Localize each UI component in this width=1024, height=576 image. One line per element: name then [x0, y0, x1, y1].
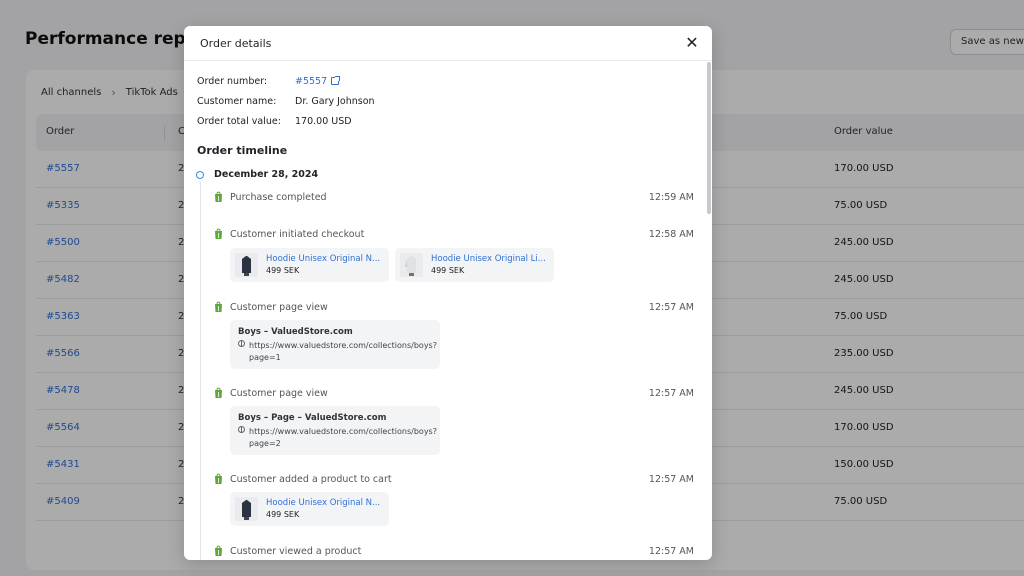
timeline-line — [200, 182, 201, 560]
page-view-card[interactable]: Boys – ValuedStore.com https://www.value… — [230, 320, 440, 369]
order-details-modal: Order details ✕ Order number: #5557 Custo… — [184, 26, 712, 560]
product-card[interactable]: Hoodie Unisex Original Li... 499 SEK — [395, 248, 554, 282]
event-label: Purchase completed — [230, 192, 327, 203]
shopify-bag-icon — [215, 387, 222, 398]
order-number-link[interactable]: #5557 — [295, 76, 327, 87]
product-price: 499 SEK — [266, 510, 300, 519]
shopify-bag-icon — [215, 473, 222, 484]
customer-name-row: Customer name: Dr. Gary Johnson — [197, 96, 375, 107]
product-thumbnail — [235, 253, 258, 277]
product-price: 499 SEK — [431, 266, 465, 275]
close-icon[interactable]: ✕ — [684, 35, 700, 51]
product-name-link[interactable]: Hoodie Unisex Original Li... — [431, 254, 547, 264]
modal-title: Order details — [200, 37, 272, 50]
customer-name-value: Dr. Gary Johnson — [295, 96, 375, 107]
page-view-card[interactable]: Boys – Page – ValuedStore.com https://ww… — [230, 406, 440, 455]
event-time: 12:59 AM — [648, 192, 694, 203]
event-label: Customer initiated checkout — [230, 229, 365, 240]
timeline-event: Purchase completed 12:59 AM — [214, 191, 696, 205]
shopify-bag-icon — [215, 545, 222, 556]
timeline-event: Customer initiated checkout 12:58 AM — [214, 228, 696, 242]
customer-name-label: Customer name: — [197, 96, 277, 107]
shopify-bag-icon — [215, 191, 222, 202]
order-total-value: 170.00 USD — [295, 116, 352, 127]
order-total-label: Order total value: — [197, 116, 281, 127]
event-label: Customer page view — [230, 302, 328, 313]
timeline-event: Customer added a product to cart 12:57 A… — [214, 473, 696, 487]
modal-header: Order details ✕ — [184, 26, 712, 61]
page-url[interactable]: https://www.valuedstore.com/collections/… — [249, 426, 439, 450]
globe-icon — [238, 340, 245, 347]
page-title-text: Boys – ValuedStore.com — [238, 327, 353, 337]
event-label: Customer added a product to cart — [230, 474, 392, 485]
timeline-title: Order timeline — [197, 144, 288, 157]
event-time: 12:57 AM — [648, 474, 694, 485]
globe-icon — [238, 426, 245, 433]
product-name-link[interactable]: Hoodie Unisex Original N... — [266, 498, 382, 508]
event-time: 12:57 AM — [648, 388, 694, 399]
event-time: 12:57 AM — [648, 546, 694, 557]
event-time: 12:57 AM — [648, 302, 694, 313]
shopify-bag-icon — [215, 301, 222, 312]
timeline-date: December 28, 2024 — [214, 169, 319, 180]
product-price: 499 SEK — [266, 266, 300, 275]
event-label: Customer page view — [230, 388, 328, 399]
order-total-row: Order total value: 170.00 USD — [197, 116, 352, 127]
product-thumbnail — [235, 497, 258, 521]
order-number-row: Order number: #5557 — [197, 76, 341, 87]
product-card[interactable]: Hoodie Unisex Original N... 499 SEK — [230, 248, 389, 282]
timeline-event: Customer viewed a product 12:57 AM — [214, 545, 696, 559]
timeline-event: Customer page view 12:57 AM — [214, 301, 696, 315]
product-name-link[interactable]: Hoodie Unisex Original N... — [266, 254, 382, 264]
timeline-dot-icon — [196, 171, 204, 179]
event-label: Customer viewed a product — [230, 546, 362, 557]
external-link-icon[interactable] — [331, 76, 341, 85]
shopify-bag-icon — [215, 228, 222, 239]
modal-body: Order number: #5557 Customer name: Dr. Gar… — [184, 62, 712, 560]
page-url[interactable]: https://www.valuedstore.com/collections/… — [249, 340, 439, 364]
order-number-label: Order number: — [197, 76, 268, 87]
timeline-event: Customer page view 12:57 AM — [214, 387, 696, 401]
product-thumbnail — [400, 253, 423, 277]
product-card[interactable]: Hoodie Unisex Original N... 499 SEK — [230, 492, 389, 526]
event-time: 12:58 AM — [648, 229, 694, 240]
page-title-text: Boys – Page – ValuedStore.com — [238, 413, 387, 423]
